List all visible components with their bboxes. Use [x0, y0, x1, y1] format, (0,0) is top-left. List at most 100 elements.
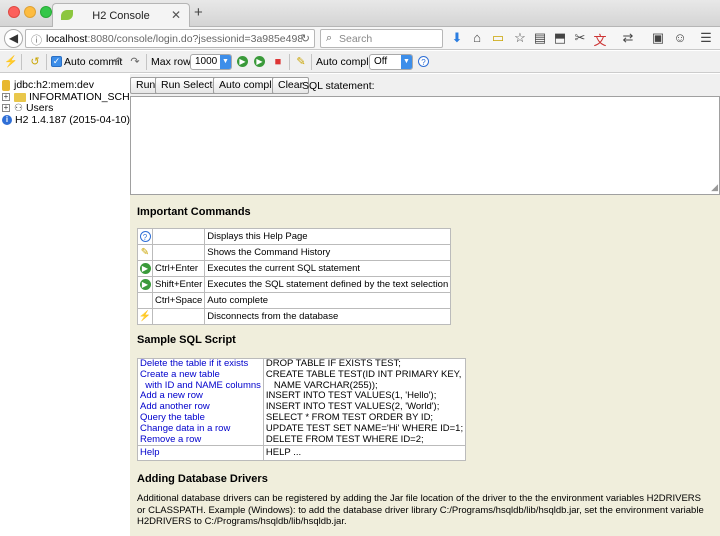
drivers-heading: Adding Database Drivers — [137, 473, 268, 485]
command-desc: Displays this Help Page — [204, 228, 452, 245]
download-icon[interactable]: ⬇ — [449, 30, 465, 46]
navigation-bar: ◀ ⓘ localhost:8080/console/login.do?jses… — [0, 27, 720, 50]
sql-statement-input[interactable]: ◢ — [130, 96, 720, 195]
help-link[interactable]: Help — [137, 445, 264, 462]
window-maximize-button[interactable] — [40, 6, 52, 18]
info-icon[interactable]: ⓘ — [31, 32, 42, 48]
command-key: Ctrl+Space — [151, 292, 206, 309]
sample-links-cell: Delete the table if it exists Create a n… — [137, 357, 264, 447]
toolbar-divider — [311, 54, 312, 70]
stop-icon[interactable]: ■ — [271, 55, 285, 69]
search-bar[interactable]: ⌕ Search — [320, 29, 443, 48]
reading-list-icon[interactable]: ▤ — [532, 30, 548, 46]
window-titlebar: H2 Console ✕ + — [0, 0, 720, 27]
window-minimize-button[interactable] — [24, 6, 36, 18]
auto-commit-checkbox[interactable]: ✓ — [51, 56, 62, 67]
sql-statement-label: SQL statement: — [302, 80, 375, 92]
table-cell: ✎ — [137, 244, 153, 261]
expand-icon[interactable]: + — [2, 104, 10, 113]
pocket-icon[interactable]: ⬒ — [552, 30, 568, 46]
browser-tab[interactable]: H2 Console ✕ — [52, 3, 190, 27]
sample-link[interactable]: Create a new table — [140, 369, 261, 381]
info-icon: i — [2, 115, 12, 126]
max-rows-value: 1000 — [195, 56, 218, 67]
tab-title: H2 Console — [92, 10, 150, 22]
help-icon: ? — [139, 230, 151, 242]
search-placeholder: Search — [339, 33, 373, 45]
tree-users[interactable]: + ⚇ Users — [2, 102, 53, 114]
connection-label: jdbc:h2:mem:dev — [14, 79, 94, 92]
extension-icon[interactable]: ▭ — [490, 30, 506, 46]
run-selected-icon: ▶ — [139, 279, 151, 290]
command-key — [151, 228, 206, 245]
bookmark-star-icon[interactable]: ☆ — [512, 30, 528, 46]
max-rows-select[interactable]: 1000 ▼ — [190, 54, 232, 70]
tab-close-icon[interactable]: ✕ — [171, 8, 181, 22]
table-row: ⚡ Disconnects from the database — [137, 308, 452, 325]
command-desc: Executes the current SQL statement — [204, 260, 452, 277]
important-commands-heading: Important Commands — [137, 206, 251, 218]
auto-complete-select[interactable]: Off ▼ — [369, 54, 413, 70]
refresh-icon[interactable]: ↺ — [28, 55, 42, 69]
folder-icon — [14, 92, 26, 102]
back-button[interactable]: ◀ — [4, 29, 23, 48]
window-close-button[interactable] — [8, 6, 20, 18]
addon-icon[interactable]: ▣ — [650, 30, 666, 46]
run-selected-icon[interactable]: ▶ — [254, 56, 265, 67]
search-icon: ⌕ — [326, 32, 333, 44]
toolbar-divider — [21, 54, 22, 70]
translate-icon[interactable]: 文 — [592, 30, 608, 49]
new-tab-button[interactable]: + — [194, 4, 203, 21]
screenshot-icon[interactable]: ✂ — [572, 30, 588, 46]
url-host: localhost — [46, 33, 88, 45]
developer-icon[interactable]: ⇄ — [620, 30, 636, 46]
help-panel: Important Commands ? Displays this Help … — [130, 195, 720, 536]
chevron-down-icon: ▼ — [220, 55, 231, 69]
reload-icon[interactable]: ↻ — [301, 32, 310, 45]
menu-icon[interactable]: ☰ — [698, 30, 714, 46]
chevron-down-icon: ▼ — [401, 55, 412, 69]
table-row: ▶ Shift+Enter Executes the SQL statement… — [137, 276, 452, 293]
commands-table: ? Displays this Help Page ✎ Shows the Co… — [137, 228, 452, 325]
users-icon: ⚇ — [14, 102, 23, 114]
h2-toolbar: ⚡ ↺ ✓ Auto commit ↶ ↷ Max rows: 1000 ▼ ▶… — [0, 51, 720, 73]
sample-sql-heading: Sample SQL Script — [137, 334, 236, 346]
sample-link[interactable]: Change data in a row — [140, 423, 261, 435]
expand-icon[interactable]: + — [2, 93, 10, 102]
rollback-icon[interactable]: ↶ — [111, 55, 125, 69]
url-bar[interactable]: ⓘ localhost:8080/console/login.do?jsessi… — [25, 29, 315, 48]
sample-link[interactable]: Remove a row — [140, 434, 261, 446]
sample-code-cell: DROP TABLE IF EXISTS TEST; CREATE TABLE … — [262, 357, 467, 447]
table-row: Ctrl+Space Auto complete — [137, 292, 452, 309]
toolbar-divider — [46, 54, 47, 70]
table-row: ? Displays this Help Page — [137, 228, 452, 245]
home-icon[interactable]: ⌂ — [469, 30, 485, 45]
table-cell — [137, 292, 153, 309]
table-cell: ⚡ — [137, 308, 153, 325]
help-code: HELP ... — [262, 445, 467, 462]
database-icon — [2, 79, 10, 91]
toolbar-divider — [146, 54, 147, 70]
tree-version: i H2 1.4.187 (2015-04-10) — [2, 114, 130, 126]
run-icon[interactable]: ▶ — [237, 56, 248, 67]
command-desc: Disconnects from the database — [204, 308, 452, 325]
sample-sql-table: Delete the table if it exists Create a n… — [137, 357, 467, 462]
tree-connection[interactable]: jdbc:h2:mem:dev — [2, 79, 94, 91]
resize-grip-icon[interactable]: ◢ — [711, 182, 718, 193]
drivers-paragraph: Additional database drivers can be regis… — [137, 493, 704, 527]
disconnect-icon[interactable]: ⚡ — [4, 55, 18, 69]
table-row: Delete the table if it exists Create a n… — [137, 357, 467, 447]
help-icon[interactable]: ? — [418, 56, 429, 67]
history-icon[interactable]: ✎ — [294, 55, 308, 69]
toolbar-divider — [289, 54, 290, 70]
command-key: Ctrl+Enter — [151, 260, 206, 277]
table-cell: ▶ — [137, 276, 153, 293]
commit-icon[interactable]: ↷ — [128, 55, 142, 69]
command-key: Shift+Enter — [151, 276, 206, 293]
url-path: :8080/console/login.do?jsessionid=3a985e… — [87, 33, 302, 45]
table-row: ▶ Ctrl+Enter Executes the current SQL st… — [137, 260, 452, 277]
account-icon[interactable]: ☺ — [672, 30, 688, 45]
history-icon: ✎ — [140, 247, 150, 258]
users-label: Users — [25, 102, 54, 115]
command-desc: Shows the Command History — [204, 244, 452, 261]
